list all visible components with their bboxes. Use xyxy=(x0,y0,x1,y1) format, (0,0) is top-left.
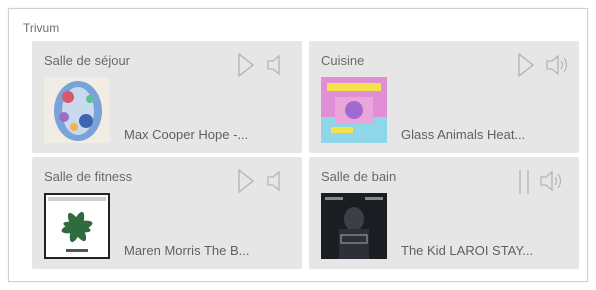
play-icon[interactable] xyxy=(237,169,255,193)
play-icon[interactable] xyxy=(237,53,255,77)
track-title: Glass Animals Heat... xyxy=(401,127,526,142)
pause-icon[interactable] xyxy=(517,169,531,195)
room-name: Cuisine xyxy=(321,53,365,68)
album-art xyxy=(44,77,110,143)
room-card-salle-de-fitness[interactable]: Salle de fitness Maren Morris The B... xyxy=(32,157,302,269)
speaker-on-icon[interactable] xyxy=(545,54,571,76)
speaker-muted-icon[interactable] xyxy=(266,170,288,192)
play-icon[interactable] xyxy=(517,53,535,77)
track-title: Max Cooper Hope -... xyxy=(124,127,249,142)
room-card-salle-de-sejour[interactable]: Salle de séjour Max Cooper Hope -... xyxy=(32,41,302,153)
track-title: The Kid LAROI STAY... xyxy=(401,243,534,258)
group-title: Trivum xyxy=(23,21,60,35)
speaker-on-icon[interactable] xyxy=(539,170,565,192)
room-card-cuisine[interactable]: Cuisine Glass Animals Heat... xyxy=(309,41,579,153)
trivum-panel: Trivum Salle de séjour Max Cooper Hope -… xyxy=(8,8,588,282)
room-name: Salle de bain xyxy=(321,169,397,184)
room-name: Salle de séjour xyxy=(44,53,130,68)
track-title: Maren Morris The B... xyxy=(124,243,250,258)
album-art xyxy=(321,193,387,259)
speaker-muted-icon[interactable] xyxy=(266,54,288,76)
album-art xyxy=(321,77,387,143)
album-art xyxy=(44,193,110,259)
room-card-salle-de-bain[interactable]: Salle de bain The Kid LAROI STAY... xyxy=(309,157,579,269)
room-name: Salle de fitness xyxy=(44,169,133,184)
